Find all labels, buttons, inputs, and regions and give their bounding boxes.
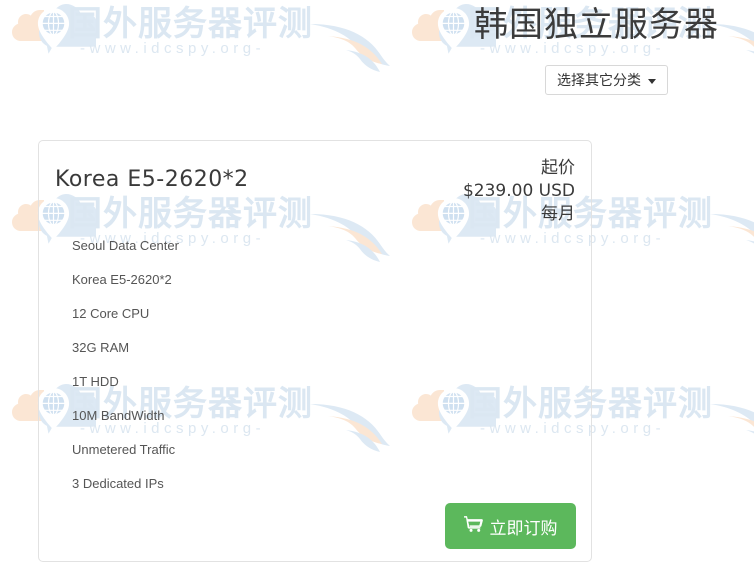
category-dropdown-button[interactable]: 选择其它分类 bbox=[545, 65, 668, 95]
price-period: 每月 bbox=[541, 204, 575, 224]
product-price-block: 起价 $239.00 USD 每月 bbox=[463, 157, 575, 226]
product-feature-item: 3 Dedicated IPs bbox=[72, 476, 164, 491]
product-card-header: Korea E5-2620*2 起价 $239.00 USD 每月 bbox=[55, 157, 575, 227]
order-now-label: 立即订购 bbox=[489, 518, 558, 539]
product-feature-item: Seoul Data Center bbox=[72, 238, 179, 253]
product-feature-item: 12 Core CPU bbox=[72, 306, 150, 321]
product-title: Korea E5-2620*2 bbox=[55, 167, 249, 192]
price-amount: $239.00 USD bbox=[462, 181, 575, 201]
product-feature-list: Seoul Data Center Korea E5-2620*2 12 Core … bbox=[72, 237, 179, 509]
order-now-button[interactable]: 立即订购 bbox=[445, 503, 576, 549]
category-dropdown-label: 选择其它分类 bbox=[557, 73, 641, 89]
page-title: 韩国独立服务器 bbox=[474, 5, 719, 45]
product-feature-item: 32G RAM bbox=[72, 340, 130, 355]
shopping-cart-icon bbox=[463, 515, 483, 537]
product-feature-item: 1T HDD bbox=[72, 374, 119, 389]
page-root: 韩国独立服务器 选择其它分类 Korea E5-2620*2 起价 $239.0… bbox=[0, 0, 754, 574]
price-prefix: 起价 bbox=[541, 158, 575, 178]
product-feature-item: 10M BandWidth bbox=[72, 408, 165, 423]
product-feature-item: Korea E5-2620*2 bbox=[72, 272, 172, 287]
product-feature-item: Unmetered Traffic bbox=[72, 442, 176, 457]
product-card: Korea E5-2620*2 起价 $239.00 USD 每月 Seoul … bbox=[38, 140, 592, 562]
chevron-down-icon bbox=[648, 78, 656, 84]
